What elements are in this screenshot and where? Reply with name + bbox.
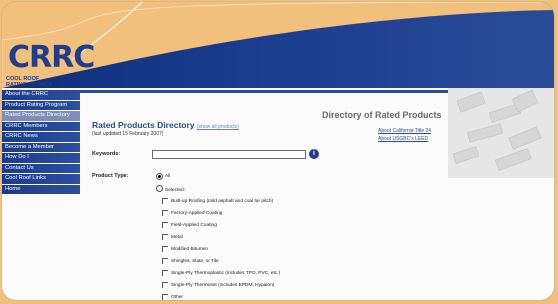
option-label: Metal [171, 235, 183, 240]
radio-all-label: All [165, 174, 171, 179]
option-label: Single-Ply Thermoplastic (includes TPO, … [171, 271, 281, 276]
sidebar-item-links[interactable]: Cool Roof Links [2, 174, 80, 184]
sidebar-item-news[interactable]: CRRC News [2, 132, 80, 142]
option-label: Shingles, Slate, or Tile [171, 259, 219, 264]
checkbox-modified-bitumen[interactable] [162, 246, 168, 252]
directory-heading: Directory of Rated Products [322, 110, 442, 120]
option-label: Single-Ply Thermoset (includes EPDM, Hyp… [171, 283, 275, 288]
option-label: Field-Applied Coating [171, 223, 217, 228]
logo-subtitle: COOL ROOF RATING COUNCIL [6, 76, 54, 88]
checkbox-field-applied[interactable] [162, 222, 168, 228]
last-updated-text: (last updated 15 February 2007) [92, 131, 164, 137]
checkbox-other[interactable] [162, 294, 168, 300]
sidebar-item-home[interactable]: Home [2, 184, 80, 194]
sidebar-item-become-member[interactable]: Become a Member [2, 142, 80, 152]
checkbox-built-up[interactable] [162, 198, 168, 204]
product-type-label: Product Type: [92, 173, 129, 179]
browser-frame: CRRC COOL ROOF RATING COUNCIL About the … [2, 2, 554, 300]
radio-all[interactable] [156, 173, 163, 180]
show-all-products-link[interactable]: (show all products) [197, 124, 239, 130]
option-label: Other [171, 295, 183, 300]
sidebar-nav: About the CRRC Product Rating Program Ra… [2, 90, 80, 195]
title24-link[interactable]: About California Title 24 [378, 128, 431, 134]
option-label: Modified Bitumen [171, 247, 209, 252]
site-header: CRRC COOL ROOF RATING COUNCIL [2, 2, 554, 88]
option-label: Built-up Roofing (mild asphalt and coal … [171, 199, 274, 204]
checkbox-metal[interactable] [162, 234, 168, 240]
sidebar-item-how-do-i[interactable]: How Do I [2, 153, 80, 163]
decorative-roof-image [448, 88, 554, 178]
radio-selected-label: Selected: [165, 188, 186, 193]
sidebar-item-rated-products[interactable]: Rated Products Directory [2, 111, 80, 121]
page-title: Rated Products Directory (show all produ… [92, 120, 239, 130]
info-icon[interactable]: i [309, 149, 319, 159]
leed-link[interactable]: About USGBC's LEED [378, 136, 428, 142]
sidebar-item-product-rating[interactable]: Product Rating Program [2, 100, 80, 110]
logo[interactable]: CRRC [8, 40, 95, 75]
checkbox-thermoplastic[interactable] [162, 270, 168, 276]
radio-selected[interactable] [156, 185, 163, 192]
option-label: Factory-Applied Coating [171, 211, 223, 216]
keywords-label: Keywords: [92, 151, 121, 157]
checkbox-thermoset[interactable] [162, 282, 168, 288]
keywords-input[interactable] [152, 150, 306, 159]
sidebar-item-members[interactable]: CRRC Members [2, 121, 80, 131]
checkbox-shingles[interactable] [162, 258, 168, 264]
checkbox-factory-applied[interactable] [162, 210, 168, 216]
sidebar-item-contact[interactable]: Contact Us [2, 163, 80, 173]
sidebar-item-about[interactable]: About the CRRC [2, 90, 80, 100]
